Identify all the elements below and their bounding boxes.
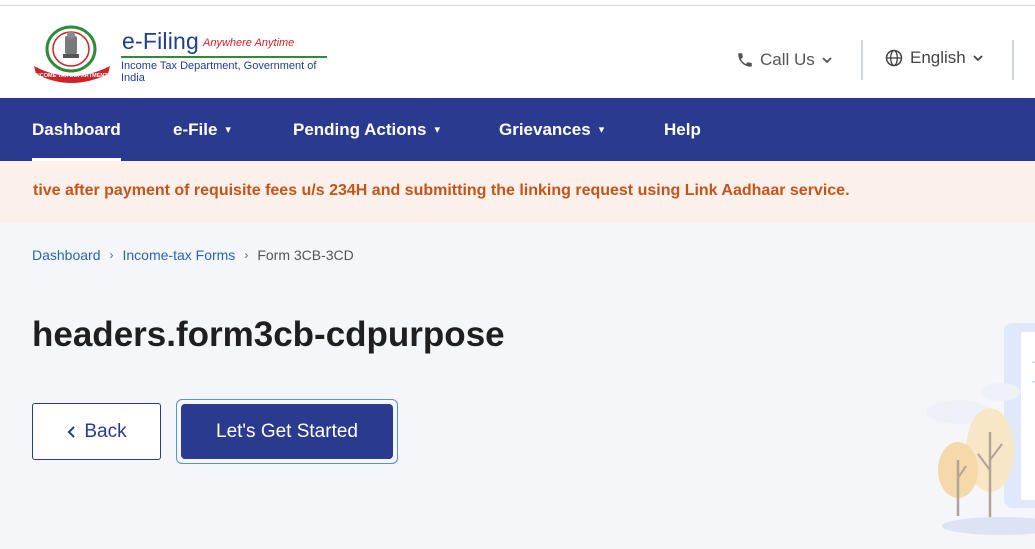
breadcrumb-income-tax-forms[interactable]: Income-tax Forms (123, 247, 236, 263)
header-divider (1012, 40, 1014, 80)
nav-item-help[interactable]: Help (664, 98, 701, 161)
ticker-text: tive after payment of requisite fees u/s… (33, 182, 850, 199)
nav-item-dashboard[interactable]: Dashboard (32, 98, 121, 161)
lets-get-started-button[interactable]: Let's Get Started (181, 404, 393, 459)
globe-icon (885, 49, 903, 67)
call-us-label: Call Us (760, 50, 815, 69)
nav-item-label: e-File (173, 119, 218, 139)
call-us-dropdown[interactable]: Call Us (736, 48, 833, 72)
brand-subtitle: Income Tax Department, Government of Ind… (121, 60, 317, 84)
chevron-down-icon: ▾ (225, 124, 231, 136)
header-divider (861, 40, 863, 80)
nav-item-efile[interactable]: e-File ▾ (173, 98, 231, 161)
chevron-down-icon (822, 57, 832, 64)
back-button-label: Back (84, 420, 127, 442)
efiling-logo[interactable]: INCOME TAX DEPARTMENT e-Filing Anywhere … (30, 20, 340, 90)
chevron-left-icon (67, 425, 76, 438)
brand-title: e-Filing (122, 28, 200, 54)
page-title: headers.form3cb-cdpurpose (32, 315, 505, 354)
nav-item-label: Dashboard (32, 119, 121, 139)
chevron-right-icon: › (109, 248, 114, 262)
language-label: English (910, 48, 966, 67)
start-button-focus-ring: Let's Get Started (176, 399, 398, 464)
back-button[interactable]: Back (32, 403, 161, 460)
nav-item-grievances[interactable]: Grievances ▾ (499, 98, 604, 161)
main-navigation: Dashboard e-File ▾ Pending Actions ▾ Gri… (0, 98, 1035, 161)
breadcrumb-current: Form 3CB-3CD (257, 247, 354, 263)
nav-item-label: Help (664, 119, 701, 139)
nav-item-pending-actions[interactable]: Pending Actions ▾ (293, 98, 440, 161)
language-dropdown[interactable]: English (884, 46, 984, 70)
phone-icon (738, 53, 752, 67)
nav-item-label: Pending Actions (293, 119, 427, 139)
nav-item-label: Grievances (499, 119, 591, 139)
site-header: INCOME TAX DEPARTMENT e-Filing Anywhere … (0, 6, 1035, 98)
breadcrumb-dashboard[interactable]: Dashboard (32, 247, 101, 263)
brand-underline (121, 56, 327, 58)
brand-tagline: Anywhere Anytime (203, 37, 295, 49)
chevron-right-icon: › (244, 248, 249, 262)
decorative-illustration (926, 323, 1035, 535)
svg-text:INCOME TAX DEPARTMENT: INCOME TAX DEPARTMENT (34, 73, 108, 79)
income-tax-emblem-icon: INCOME TAX DEPARTMENT (34, 25, 110, 83)
breadcrumb: Dashboard › Income-tax Forms › Form 3CB-… (32, 247, 354, 263)
announcement-ticker: tive after payment of requisite fees u/s… (0, 161, 1035, 223)
chevron-down-icon: ▾ (434, 124, 441, 136)
chevron-down-icon (973, 55, 983, 62)
chevron-down-icon: ▾ (598, 124, 605, 136)
